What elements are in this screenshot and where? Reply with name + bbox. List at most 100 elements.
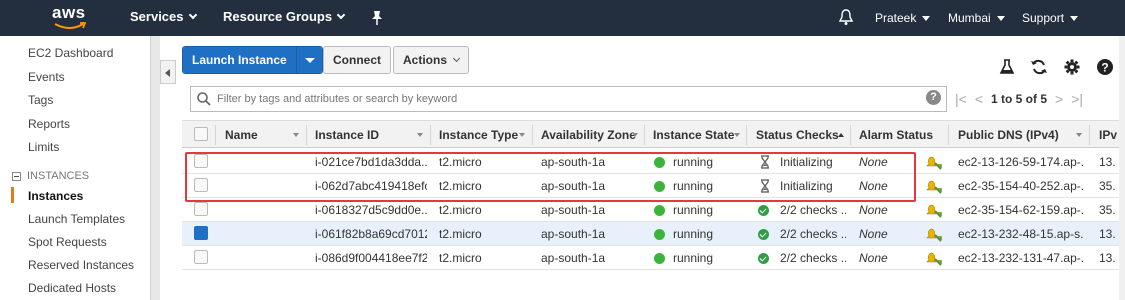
cell-public-dns: ec2-13-126-59-174.ap-...	[958, 155, 1084, 169]
pin-icon[interactable]	[370, 10, 384, 26]
column-separator	[644, 125, 645, 145]
launch-dropdown-icon[interactable]	[295, 47, 322, 73]
help-icon[interactable]: ?	[1096, 58, 1114, 76]
col-public-dns[interactable]: Public DNS (IPv4)	[958, 128, 1059, 142]
sidebar-section-instances[interactable]: INSTANCES	[12, 170, 89, 182]
cell-instance-state: running	[673, 203, 714, 217]
cell-public-dns: ec2-13-232-48-15.ap-s...	[958, 227, 1084, 241]
next-page-icon[interactable]: >	[1055, 91, 1063, 107]
create-alarm-icon[interactable]	[926, 250, 942, 266]
services-menu[interactable]: Services	[130, 9, 197, 24]
prev-page-icon[interactable]: <	[975, 91, 983, 107]
cell-public-dns: ec2-13-232-131-47.ap-...	[958, 251, 1084, 265]
col-instance-state[interactable]: Instance State	[653, 128, 734, 142]
check-circle-icon	[758, 205, 769, 216]
sidebar-item-ec2-dashboard[interactable]: EC2 Dashboard	[28, 46, 113, 60]
col-ipv4[interactable]: IPv	[1099, 128, 1117, 142]
cell-instance-state: running	[673, 251, 714, 265]
resource-groups-menu[interactable]: Resource Groups	[223, 9, 346, 24]
bell-icon[interactable]	[839, 9, 853, 26]
sort-icon	[417, 133, 423, 137]
last-page-icon[interactable]: >|	[1071, 91, 1083, 107]
support-menu[interactable]: Support	[1022, 11, 1079, 25]
search-placeholder: Filter by tags and attributes or search …	[217, 93, 458, 105]
column-separator	[532, 125, 533, 145]
caret-down-icon	[922, 15, 931, 21]
search-help-icon[interactable]: ?	[926, 90, 941, 105]
actions-button[interactable]: Actions	[393, 46, 470, 74]
create-alarm-icon[interactable]	[926, 202, 942, 218]
gear-icon[interactable]	[1063, 58, 1081, 76]
select-all-checkbox[interactable]	[194, 127, 208, 141]
sidebar-item-spot-requests[interactable]: Spot Requests	[28, 235, 107, 249]
col-instance-id[interactable]: Instance ID	[315, 128, 379, 142]
create-alarm-icon[interactable]	[926, 154, 942, 170]
table-row[interactable]: i-086d9f004418ee7f2 t2.micro ap-south-1a ru…	[182, 246, 1125, 270]
active-indicator	[11, 187, 14, 203]
connect-button[interactable]: Connect	[323, 46, 391, 74]
sort-ascending-icon	[838, 133, 844, 137]
sort-icon	[632, 133, 638, 137]
sidebar-item-dedicated-hosts[interactable]: Dedicated Hosts	[28, 281, 116, 295]
col-instance-type[interactable]: Instance Type	[439, 128, 518, 142]
cell-status-checks: 2/2 checks ...	[780, 227, 846, 241]
sidebar-item-limits[interactable]: Limits	[28, 140, 59, 154]
col-status-checks[interactable]: Status Checks	[756, 128, 839, 142]
sidebar-splitter[interactable]	[150, 36, 160, 300]
row-checkbox[interactable]	[194, 226, 208, 240]
check-circle-icon	[758, 253, 769, 264]
cell-instance-id: i-086d9f004418ee7f2	[315, 251, 427, 265]
launch-instance-label: Launch Instance	[183, 47, 296, 73]
sidebar-item-events[interactable]: Events	[28, 70, 65, 84]
first-page-icon[interactable]: |<	[955, 91, 967, 107]
table-header: Name Instance ID Instance Type Availabil…	[182, 120, 1125, 148]
refresh-icon[interactable]	[1030, 58, 1048, 76]
smile-arrow-icon	[54, 22, 86, 29]
running-status-icon	[654, 229, 665, 240]
user-menu[interactable]: Prateek	[875, 11, 931, 25]
column-separator	[850, 125, 851, 145]
pagination: |< < 1 to 5 of 5 > >|	[955, 91, 1083, 107]
instances-table: Name Instance ID Instance Type Availabil…	[182, 120, 1125, 300]
sidebar-item-instances[interactable]: Instances	[28, 189, 83, 203]
row-checkbox[interactable]	[194, 250, 208, 264]
col-alarm-status[interactable]: Alarm Status	[859, 128, 933, 142]
sidebar-item-reserved-instances[interactable]: Reserved Instances	[28, 258, 134, 272]
table-row[interactable]: i-061f82b8a69cd7012 t2.micro ap-south-1a ru…	[182, 222, 1125, 246]
create-alarm-icon[interactable]	[926, 226, 942, 242]
cell-alarm-status: None	[859, 251, 888, 265]
caret-down-icon	[996, 15, 1005, 21]
sidebar-item-reports[interactable]: Reports	[28, 117, 70, 131]
column-separator	[746, 125, 747, 145]
col-availability-zone[interactable]: Availability Zone	[541, 128, 636, 142]
cell-instance-id: i-0618327d5c9dd0e...	[315, 203, 427, 217]
col-name[interactable]: Name	[225, 128, 258, 142]
pagination-label: 1 to 5 of 5	[991, 92, 1048, 106]
running-status-icon	[654, 205, 665, 216]
aws-logo[interactable]: aws	[52, 3, 88, 33]
actions-label: Actions	[403, 53, 448, 67]
sidebar-item-launch-templates[interactable]: Launch Templates	[28, 212, 125, 226]
filter-search-input[interactable]: Filter by tags and attributes or search …	[190, 86, 947, 112]
sidebar-item-tags[interactable]: Tags	[28, 93, 53, 107]
column-separator	[215, 125, 216, 145]
resource-groups-label: Resource Groups	[223, 9, 333, 24]
top-nav-bar: aws Services Resource Groups Prateek Mum…	[0, 0, 1125, 36]
sort-icon	[1076, 133, 1082, 137]
chevron-down-icon	[452, 54, 461, 63]
sort-icon	[293, 133, 299, 137]
cell-instance-id: i-061f82b8a69cd7012	[315, 227, 427, 241]
vertical-scrollbar[interactable]	[1119, 36, 1125, 300]
row-checkbox[interactable]	[194, 202, 208, 216]
flask-icon[interactable]	[998, 58, 1016, 76]
cell-public-dns: ec2-35-154-62-159.ap-...	[958, 203, 1084, 217]
cell-status-checks: 2/2 checks ...	[780, 251, 846, 265]
svg-text:?: ?	[1101, 61, 1108, 75]
create-alarm-icon[interactable]	[926, 178, 942, 194]
launch-instance-button[interactable]: Launch Instance	[182, 46, 323, 74]
collapse-sidebar-arrow-icon[interactable]	[160, 60, 176, 84]
cell-instance-type: t2.micro	[439, 251, 482, 265]
region-menu[interactable]: Mumbai	[948, 11, 1005, 25]
caret-down-icon	[1070, 15, 1079, 21]
connect-label: Connect	[333, 53, 381, 67]
